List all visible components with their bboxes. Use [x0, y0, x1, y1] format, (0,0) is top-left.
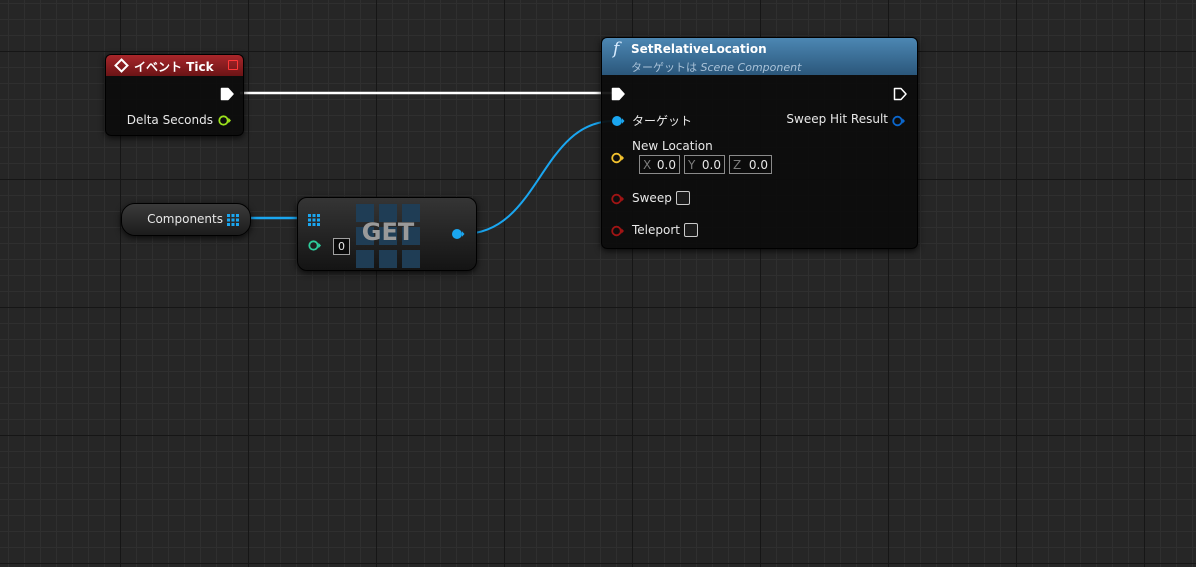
target-pin[interactable] [611, 115, 625, 127]
y-value: 0.0 [701, 157, 721, 172]
pin-label-sweep-hit-result: Sweep Hit Result [786, 112, 888, 126]
components-variable-node[interactable]: Components [121, 203, 251, 236]
y-field[interactable]: Y 0.0 [684, 155, 725, 174]
z-value: 0.0 [748, 157, 768, 172]
exec-out-pin[interactable] [220, 87, 234, 101]
get-node[interactable]: GET 0 [297, 197, 477, 271]
new-location-pin[interactable] [611, 152, 625, 164]
array-grid-icon[interactable] [227, 214, 239, 226]
z-field[interactable]: Z 0.0 [729, 155, 772, 174]
components-label: Components [147, 212, 223, 226]
function-title: SetRelativeLocation [631, 42, 767, 56]
pin-label-sweep: Sweep [632, 191, 672, 205]
delta-seconds-pin[interactable] [218, 115, 232, 126]
subtitle-class: Scene Component [700, 61, 802, 74]
event-diamond-icon [114, 58, 129, 73]
x-axis-label: X [643, 157, 652, 172]
get-output-wire [462, 120, 615, 235]
event-tick-node[interactable]: イベント Tick Delta Seconds [105, 54, 244, 136]
set-relative-location-node[interactable]: f SetRelativeLocation ターゲットは Scene Compo… [601, 37, 918, 249]
y-axis-label: Y [688, 157, 696, 172]
get-title: GET [361, 218, 415, 246]
event-tick-title: イベント Tick [134, 60, 214, 74]
exec-out-pin-hollow[interactable] [893, 87, 907, 101]
pin-label-new-location: New Location [632, 139, 713, 153]
array-input-pin-icon[interactable] [308, 214, 320, 226]
index-value-box[interactable]: 0 [333, 238, 350, 255]
get-output-pin[interactable] [451, 228, 465, 240]
sweep-checkbox[interactable] [676, 191, 690, 205]
delegate-square-icon[interactable] [228, 60, 238, 70]
teleport-checkbox[interactable] [684, 223, 698, 237]
sweep-hit-result-pin[interactable] [892, 115, 906, 127]
x-value: 0.0 [656, 157, 676, 172]
index-pin[interactable] [308, 240, 322, 251]
pin-label-delta-seconds: Delta Seconds [126, 113, 213, 127]
function-f-icon: f [613, 39, 620, 59]
sweep-pin[interactable] [611, 193, 625, 205]
exec-in-pin[interactable] [611, 87, 625, 101]
teleport-pin[interactable] [611, 225, 625, 237]
function-subtitle: ターゲットは Scene Component [631, 59, 801, 75]
x-field[interactable]: X 0.0 [639, 155, 680, 174]
pin-label-teleport: Teleport [632, 223, 680, 237]
subtitle-prefix: ターゲットは [631, 61, 697, 74]
z-axis-label: Z [733, 157, 742, 172]
pin-label-target: ターゲット [632, 114, 693, 128]
